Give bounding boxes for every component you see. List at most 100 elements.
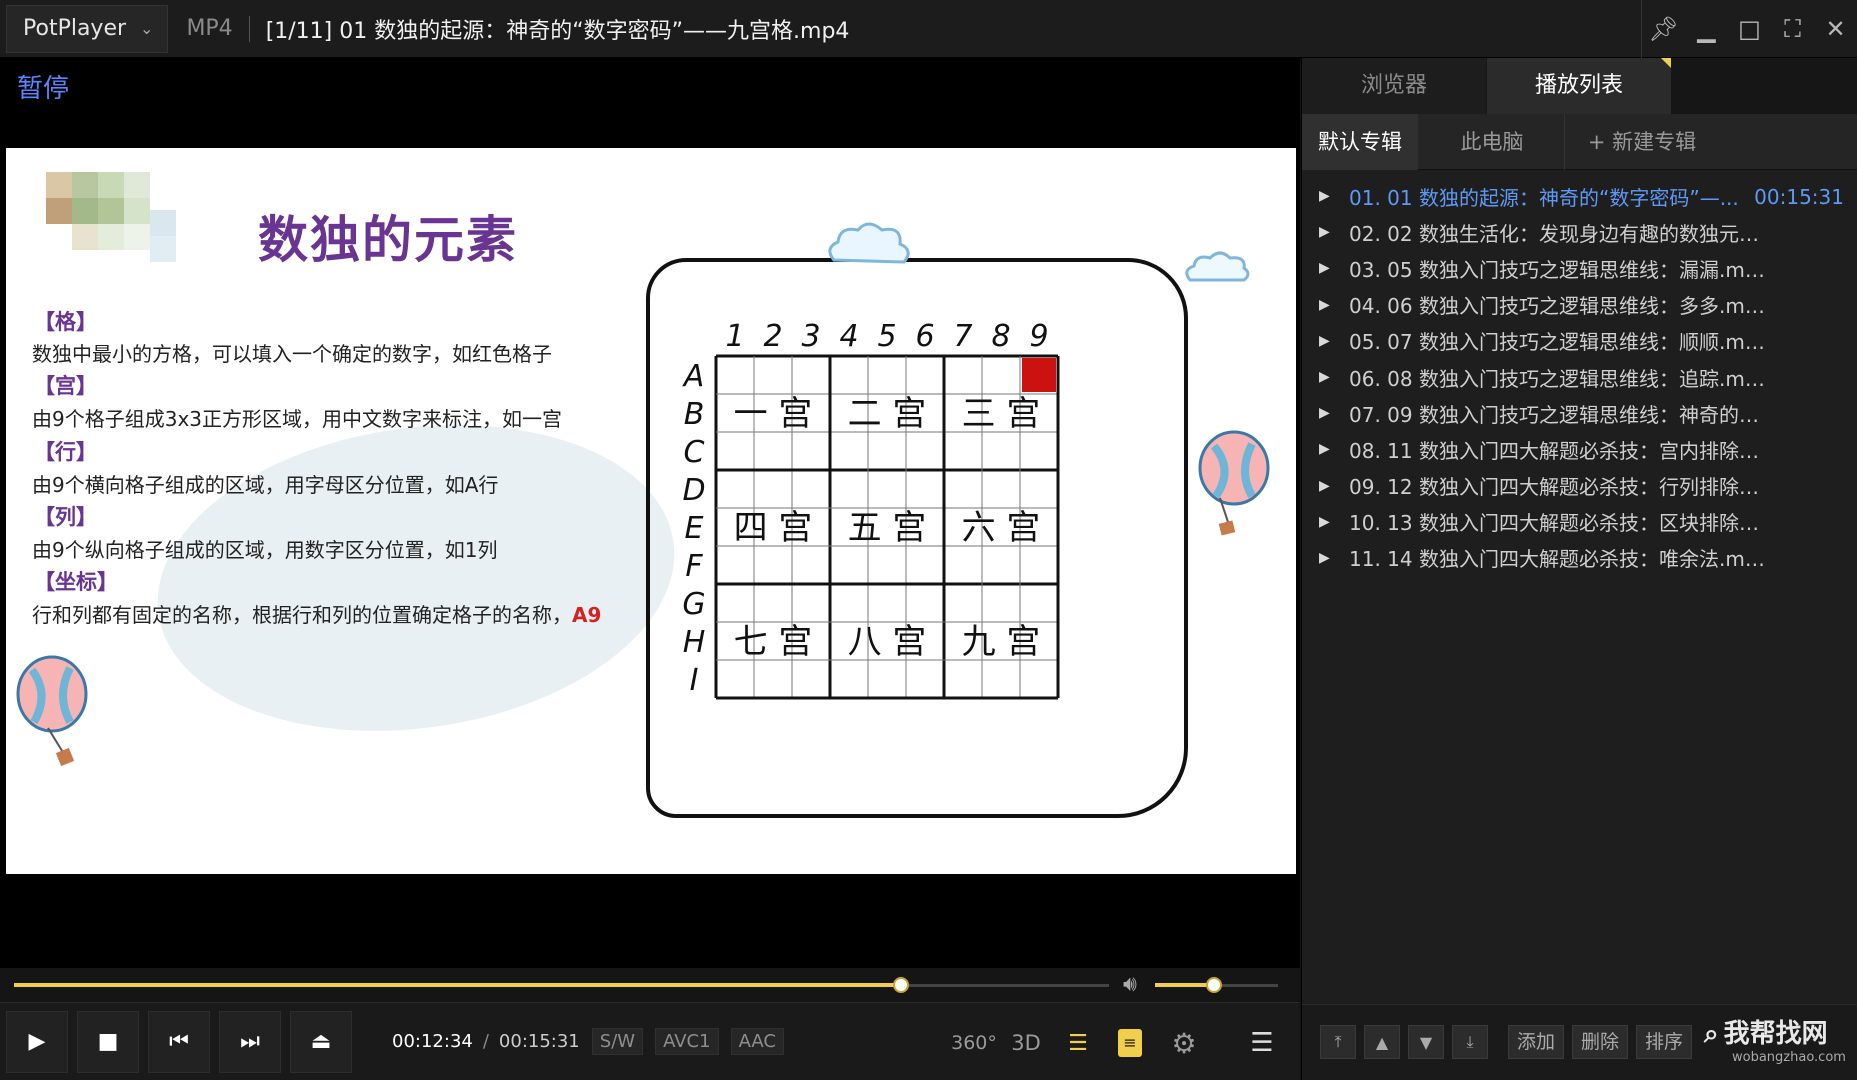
control-bar: ▶ ■ ⏮ ⏭ ⏏ 00:12:34 / 00:15:31 S/W AVC1 A… xyxy=(0,1002,1300,1080)
playlist-item-current[interactable]: ▶ 01. 01 数独的起源：神奇的“数字密码”—... 00:15:31 xyxy=(1302,178,1857,214)
maximize-icon[interactable]: □ xyxy=(1728,15,1771,43)
volume-handle[interactable] xyxy=(1206,977,1223,993)
play-icon: ▶ xyxy=(1319,405,1330,422)
term-description: 由9个横向格子组成的区域，用字母区分位置，如A行 xyxy=(32,473,499,497)
column-label: 2 xyxy=(763,319,782,354)
play-icon: ▶ xyxy=(1319,260,1330,277)
seek-bar-row: 🔊︎ xyxy=(0,968,1300,1002)
term-label: 【格】 xyxy=(34,310,97,334)
new-album-button[interactable]: + 新建专辑 xyxy=(1567,114,1717,170)
playlist-item[interactable]: ▶ 07. 09 数独入门技巧之逻辑思维线：神奇的小尾巴.... xyxy=(1302,395,1857,431)
fullscreen-icon[interactable]: ⛶ xyxy=(1771,15,1814,43)
term-description: 数独中最小的方格，可以填入一个确定的数字，如红色格子 xyxy=(32,342,552,366)
playlist-item[interactable]: ▶ 11. 14 数独入门四大解题必杀技：唯余法.mp4 xyxy=(1302,540,1857,576)
playlist-item-name: 08. 11 数独入门四大解题必杀技：宫内排除法.mp4 xyxy=(1349,438,1769,463)
term-description-text: 行和列都有固定的名称，根据行和列的位置确定格子的名称， xyxy=(32,603,572,627)
playlist-item-name: 04. 06 数独入门技巧之逻辑思维线：多多.mp4 xyxy=(1349,294,1769,319)
previous-icon: ⏮ xyxy=(169,1029,189,1054)
playlist-item[interactable]: ▶ 08. 11 数独入门四大解题必杀技：宫内排除法.mp4 xyxy=(1302,431,1857,467)
current-time: 00:12:34 xyxy=(392,1031,473,1052)
column-label: 6 xyxy=(915,319,934,354)
cloud-decoration xyxy=(828,222,910,264)
row-label: D xyxy=(682,473,705,508)
sudoku-grid-diagram: 123456789 ABCDEFGHI 一 宫二 宫三 宫四 宫五 宫六 宫七 … xyxy=(682,319,1060,700)
side-panel: 浏览器 播放列表 默认专辑 此电脑 + 新建专辑 ▶ 01. 01 数独的起源：… xyxy=(1301,58,1857,1080)
move-up-icon[interactable]: ▲ xyxy=(1364,1025,1400,1059)
audio-codec-tag[interactable]: AAC xyxy=(730,1028,784,1055)
eject-icon: ⏏ xyxy=(310,1029,332,1054)
box-label: 七 宫 xyxy=(734,622,813,662)
playlist-item[interactable]: ▶ 09. 12 数独入门四大解题必杀技：行列排除法.mp4 xyxy=(1302,468,1857,504)
tab-playlist[interactable]: 播放列表 xyxy=(1487,58,1671,114)
box-label: 九 宫 xyxy=(962,622,1041,662)
tab-this-pc[interactable]: 此电脑 xyxy=(1420,114,1565,170)
minimize-icon[interactable]: ▁ xyxy=(1685,15,1728,43)
video-codec-tag[interactable]: AVC1 xyxy=(655,1028,719,1055)
window-title: [1/11] 01 数独的起源：神奇的“数字密码”——九宫格.mp4 xyxy=(265,18,850,44)
playlist-toolbar: ⤒ ▲ ▼ ⤓ 添加 删除 排序 ⌕ 我帮找网 wobangzhao.com xyxy=(1302,1004,1857,1080)
divider xyxy=(248,15,250,42)
column-label: 9 xyxy=(1029,319,1048,354)
column-label: 5 xyxy=(877,319,896,354)
app-name: PotPlayer xyxy=(23,16,127,41)
renderer-tag[interactable]: S/W xyxy=(591,1028,644,1055)
pin-icon[interactable]: 📌︎ xyxy=(1642,15,1685,43)
play-icon: ▶ xyxy=(1319,369,1330,386)
cloud-decoration xyxy=(1185,251,1250,282)
vr-360-button[interactable]: 360° xyxy=(951,1015,997,1071)
playlist-item-name: 10. 13 数独入门四大解题必杀技：区块排除法.mp4 xyxy=(1349,511,1769,536)
playlist-search-icon[interactable]: ☰ xyxy=(1056,1015,1100,1071)
box-label: 五 宫 xyxy=(848,508,927,548)
play-icon: ▶ xyxy=(1319,188,1330,205)
playlist-item[interactable]: ▶ 05. 07 数独入门技巧之逻辑思维线：顺顺.mp4 xyxy=(1302,323,1857,359)
next-button[interactable]: ⏭ xyxy=(219,1010,281,1073)
volume-icon[interactable]: 🔊︎ xyxy=(1123,972,1137,997)
tab-default-album[interactable]: 默认专辑 xyxy=(1302,114,1418,170)
playlist-item[interactable]: ▶ 06. 08 数独入门技巧之逻辑思维线：追踪.mp4 xyxy=(1302,359,1857,395)
add-button[interactable]: 添加 xyxy=(1508,1025,1565,1059)
move-bottom-icon[interactable]: ⤓ xyxy=(1452,1025,1488,1059)
term-description: 由9个纵向格子组成的区域，用数字区分位置，如1列 xyxy=(32,538,498,562)
close-icon[interactable]: ✕ xyxy=(1814,15,1857,43)
total-time: 00:15:31 xyxy=(498,1031,580,1052)
playlist-item[interactable]: ▶ 10. 13 数独入门四大解题必杀技：区块排除法.mp4 xyxy=(1302,504,1857,540)
box-label: 八 宫 xyxy=(848,622,927,662)
3d-button[interactable]: 3D xyxy=(1004,1015,1048,1071)
column-label: 4 xyxy=(839,319,858,354)
video-frame: 数独的元素 【格】 数独中最小的方格，可以填入一个确定的数字，如红色格子 【宫】… xyxy=(6,148,1296,874)
move-top-icon[interactable]: ⤒ xyxy=(1320,1025,1356,1059)
time-separator: / xyxy=(482,1031,489,1052)
sort-button[interactable]: 排序 xyxy=(1636,1025,1693,1059)
box-label: 四 宫 xyxy=(734,508,813,548)
seek-handle[interactable] xyxy=(892,977,909,993)
play-icon: ▶ xyxy=(1319,332,1330,349)
term-label: 【坐标】 xyxy=(34,570,118,594)
stop-button[interactable]: ■ xyxy=(77,1010,139,1073)
previous-button[interactable]: ⏮ xyxy=(148,1010,210,1073)
watermark-name: 我帮找网 xyxy=(1723,1019,1828,1049)
row-label: G xyxy=(682,587,705,622)
playlist-item[interactable]: ▶ 03. 05 数独入门技巧之逻辑思维线：漏漏.mp4 xyxy=(1302,250,1857,286)
watermark-url: wobangzhao.com xyxy=(1732,1050,1846,1065)
row-label: H xyxy=(683,625,706,660)
app-menu-button[interactable]: PotPlayer ⌄ xyxy=(6,4,169,53)
playlist-item[interactable]: ▶ 04. 06 数独入门技巧之逻辑思维线：多多.mp4 xyxy=(1302,287,1857,323)
highlighted-cell xyxy=(1022,358,1056,392)
balloon-decoration xyxy=(16,655,88,767)
playlist-item[interactable]: ▶ 02. 02 数独生活化：发现身边有趣的数独元素_.mp4 xyxy=(1302,214,1857,250)
tab-browser[interactable]: 浏览器 xyxy=(1302,58,1486,114)
gear-icon[interactable]: ⚙ xyxy=(1162,1015,1206,1071)
subtitle-icon[interactable]: ≡ xyxy=(1108,1015,1152,1071)
delete-button[interactable]: 删除 xyxy=(1572,1025,1629,1059)
play-button[interactable]: ▶ xyxy=(6,1010,68,1073)
subtitle-badge: ≡ xyxy=(1118,1029,1142,1057)
menu-icon[interactable]: ☰ xyxy=(1240,1015,1284,1071)
title-bar: PotPlayer ⌄ MP4 [1/11] 01 数独的起源：神奇的“数字密码… xyxy=(0,0,1857,58)
video-area[interactable]: 暂停 数独的元素 【格】 数独中最小的方格，可以填入一个确定的数字，如红色格子 … xyxy=(0,58,1300,968)
playlist-item-name: 09. 12 数独入门四大解题必杀技：行列排除法.mp4 xyxy=(1349,475,1769,500)
eject-button[interactable]: ⏏ xyxy=(290,1010,352,1073)
pixelated-logo xyxy=(38,152,208,262)
move-down-icon[interactable]: ▼ xyxy=(1408,1025,1444,1059)
search-icon: ⌕ xyxy=(1704,1019,1719,1049)
panel-tabs: 浏览器 播放列表 xyxy=(1302,58,1857,114)
